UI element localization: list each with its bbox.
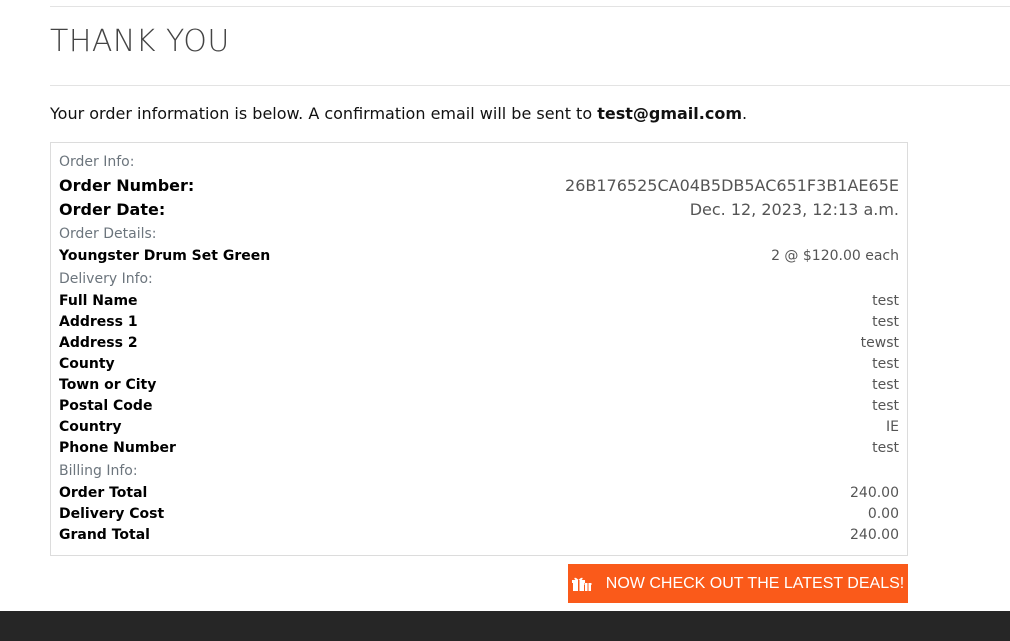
delivery-value: tewst <box>860 335 899 351</box>
delivery-value: test <box>872 398 899 414</box>
order-item-row: Youngster Drum Set Green 2 @ $120.00 eac… <box>59 248 899 264</box>
order-date-row: Order Date: Dec. 12, 2023, 12:13 a.m. <box>59 200 899 219</box>
confirmation-text: Your order information is below. A confi… <box>50 104 598 123</box>
delivery-label: Address 2 <box>59 335 138 351</box>
order-number-row: Order Number: 26B176525CA04B5DB5AC651F3B… <box>59 176 899 195</box>
delivery-label: County <box>59 356 115 372</box>
delivery-label: Full Name <box>59 293 138 309</box>
delivery-label: Address 1 <box>59 314 138 330</box>
title-divider <box>50 85 1010 86</box>
billing-label: Delivery Cost <box>59 506 165 522</box>
billing-row-delivery-cost: Delivery Cost 0.00 <box>59 506 899 522</box>
delivery-row-postal-code: Postal Code test <box>59 398 899 414</box>
billing-value: 240.00 <box>850 527 899 543</box>
delivery-label: Postal Code <box>59 398 153 414</box>
order-date-value: Dec. 12, 2023, 12:13 a.m. <box>689 200 899 219</box>
delivery-value: test <box>872 440 899 456</box>
page-title: THANK YOU <box>50 24 230 59</box>
section-label-order-details: Order Details: <box>59 226 157 242</box>
section-label-order-info: Order Info: <box>59 154 135 170</box>
delivery-value: IE <box>886 419 899 435</box>
delivery-value: test <box>872 314 899 330</box>
section-label-delivery-info: Delivery Info: <box>59 271 153 287</box>
billing-value: 240.00 <box>850 485 899 501</box>
billing-value: 0.00 <box>867 506 899 522</box>
delivery-label: Phone Number <box>59 440 176 456</box>
delivery-value: test <box>872 356 899 372</box>
page-footer <box>0 611 1010 641</box>
top-divider <box>50 6 1010 7</box>
latest-deals-button[interactable]: NOW CHECK OUT THE LATEST DEALS! <box>568 564 908 603</box>
delivery-label: Town or City <box>59 377 157 393</box>
gifts-icon <box>571 576 592 592</box>
confirmation-email: test@gmail.com <box>597 104 742 123</box>
billing-info-section: Billing Info: <box>59 463 899 479</box>
order-details-section: Order Details: <box>59 226 899 242</box>
section-label-billing-info: Billing Info: <box>59 463 138 479</box>
confirmation-text-end: . <box>742 104 748 123</box>
delivery-row-full-name: Full Name test <box>59 293 899 309</box>
order-date-label: Order Date: <box>59 200 166 219</box>
delivery-row-address-1: Address 1 test <box>59 314 899 330</box>
order-item-name: Youngster Drum Set Green <box>59 248 271 264</box>
latest-deals-label: NOW CHECK OUT THE LATEST DEALS! <box>605 574 905 592</box>
billing-row-grand-total: Grand Total 240.00 <box>59 527 899 543</box>
delivery-value: test <box>872 293 899 309</box>
order-summary-card: Order Info: Order Number: 26B176525CA04B… <box>50 142 908 556</box>
order-number-value: 26B176525CA04B5DB5AC651F3B1AE65E <box>565 176 899 195</box>
delivery-info-section: Delivery Info: <box>59 271 899 287</box>
delivery-label: Country <box>59 419 122 435</box>
delivery-row-country: Country IE <box>59 419 899 435</box>
confirmation-message: Your order information is below. A confi… <box>50 102 747 126</box>
order-item-qty-price: 2 @ $120.00 each <box>771 248 899 264</box>
delivery-value: test <box>872 377 899 393</box>
billing-label: Grand Total <box>59 527 150 543</box>
delivery-row-address-2: Address 2 tewst <box>59 335 899 351</box>
delivery-row-town-or-city: Town or City test <box>59 377 899 393</box>
billing-label: Order Total <box>59 485 148 501</box>
order-info-section: Order Info: <box>59 154 899 170</box>
delivery-row-phone-number: Phone Number test <box>59 440 899 456</box>
billing-row-order-total: Order Total 240.00 <box>59 485 899 501</box>
delivery-row-county: County test <box>59 356 899 372</box>
order-number-label: Order Number: <box>59 176 195 195</box>
